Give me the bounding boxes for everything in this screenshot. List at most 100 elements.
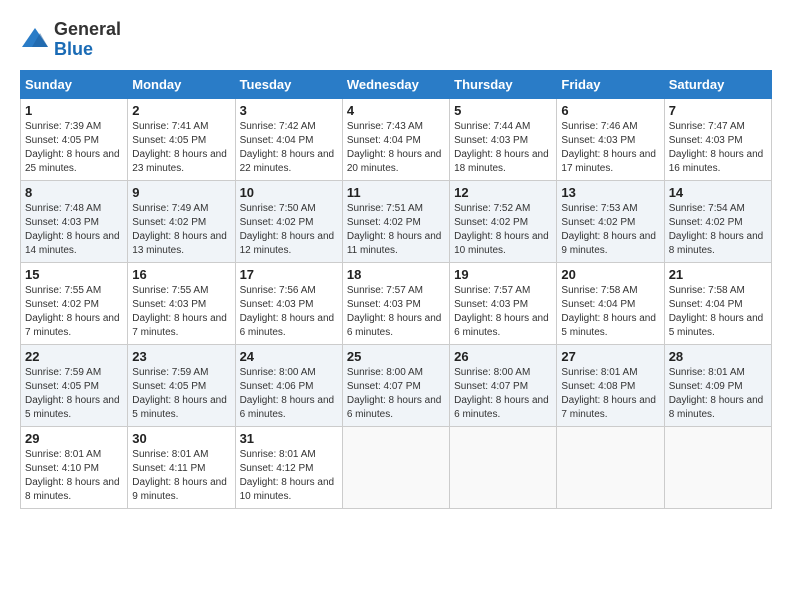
day-number: 31 xyxy=(240,431,338,446)
day-number: 1 xyxy=(25,103,123,118)
day-number: 21 xyxy=(669,267,767,282)
day-number: 16 xyxy=(132,267,230,282)
calendar-cell: 1 Sunrise: 7:39 AMSunset: 4:05 PMDayligh… xyxy=(21,98,128,180)
day-detail: Sunrise: 7:55 AMSunset: 4:03 PMDaylight:… xyxy=(132,284,230,340)
calendar-cell: 25 Sunrise: 8:00 AMSunset: 4:07 PMDaylig… xyxy=(342,344,449,426)
calendar-cell: 13 Sunrise: 7:53 AMSunset: 4:02 PMDaylig… xyxy=(557,180,664,262)
day-number: 26 xyxy=(454,349,552,364)
calendar-cell: 3 Sunrise: 7:42 AMSunset: 4:04 PMDayligh… xyxy=(235,98,342,180)
calendar-cell: 26 Sunrise: 8:00 AMSunset: 4:07 PMDaylig… xyxy=(450,344,557,426)
day-number: 27 xyxy=(561,349,659,364)
day-detail: Sunrise: 7:54 AMSunset: 4:02 PMDaylight:… xyxy=(669,202,767,258)
calendar-cell xyxy=(664,426,771,508)
day-detail: Sunrise: 8:01 AMSunset: 4:11 PMDaylight:… xyxy=(132,448,230,504)
day-number: 9 xyxy=(132,185,230,200)
logo: General Blue xyxy=(20,20,121,60)
calendar-cell: 4 Sunrise: 7:43 AMSunset: 4:04 PMDayligh… xyxy=(342,98,449,180)
weekday-header-saturday: Saturday xyxy=(664,70,771,98)
day-detail: Sunrise: 7:47 AMSunset: 4:03 PMDaylight:… xyxy=(669,120,767,176)
day-number: 13 xyxy=(561,185,659,200)
day-detail: Sunrise: 8:01 AMSunset: 4:09 PMDaylight:… xyxy=(669,366,767,422)
day-detail: Sunrise: 7:57 AMSunset: 4:03 PMDaylight:… xyxy=(347,284,445,340)
day-detail: Sunrise: 8:00 AMSunset: 4:07 PMDaylight:… xyxy=(454,366,552,422)
calendar-cell: 22 Sunrise: 7:59 AMSunset: 4:05 PMDaylig… xyxy=(21,344,128,426)
calendar-cell: 14 Sunrise: 7:54 AMSunset: 4:02 PMDaylig… xyxy=(664,180,771,262)
calendar-cell xyxy=(557,426,664,508)
day-detail: Sunrise: 7:58 AMSunset: 4:04 PMDaylight:… xyxy=(561,284,659,340)
day-number: 20 xyxy=(561,267,659,282)
calendar-cell: 21 Sunrise: 7:58 AMSunset: 4:04 PMDaylig… xyxy=(664,262,771,344)
day-number: 15 xyxy=(25,267,123,282)
calendar-cell: 7 Sunrise: 7:47 AMSunset: 4:03 PMDayligh… xyxy=(664,98,771,180)
calendar-cell: 16 Sunrise: 7:55 AMSunset: 4:03 PMDaylig… xyxy=(128,262,235,344)
day-detail: Sunrise: 8:01 AMSunset: 4:10 PMDaylight:… xyxy=(25,448,123,504)
day-detail: Sunrise: 7:50 AMSunset: 4:02 PMDaylight:… xyxy=(240,202,338,258)
day-number: 25 xyxy=(347,349,445,364)
calendar-cell: 23 Sunrise: 7:59 AMSunset: 4:05 PMDaylig… xyxy=(128,344,235,426)
page-header: General Blue xyxy=(20,20,772,60)
day-number: 12 xyxy=(454,185,552,200)
day-number: 7 xyxy=(669,103,767,118)
day-number: 28 xyxy=(669,349,767,364)
day-detail: Sunrise: 7:55 AMSunset: 4:02 PMDaylight:… xyxy=(25,284,123,340)
day-number: 22 xyxy=(25,349,123,364)
day-detail: Sunrise: 7:48 AMSunset: 4:03 PMDaylight:… xyxy=(25,202,123,258)
day-detail: Sunrise: 7:41 AMSunset: 4:05 PMDaylight:… xyxy=(132,120,230,176)
calendar-cell: 20 Sunrise: 7:58 AMSunset: 4:04 PMDaylig… xyxy=(557,262,664,344)
calendar-cell: 6 Sunrise: 7:46 AMSunset: 4:03 PMDayligh… xyxy=(557,98,664,180)
day-number: 4 xyxy=(347,103,445,118)
day-detail: Sunrise: 7:53 AMSunset: 4:02 PMDaylight:… xyxy=(561,202,659,258)
day-detail: Sunrise: 8:00 AMSunset: 4:07 PMDaylight:… xyxy=(347,366,445,422)
weekday-header-thursday: Thursday xyxy=(450,70,557,98)
calendar-cell: 15 Sunrise: 7:55 AMSunset: 4:02 PMDaylig… xyxy=(21,262,128,344)
day-number: 11 xyxy=(347,185,445,200)
day-detail: Sunrise: 7:39 AMSunset: 4:05 PMDaylight:… xyxy=(25,120,123,176)
day-detail: Sunrise: 7:52 AMSunset: 4:02 PMDaylight:… xyxy=(454,202,552,258)
calendar-cell: 19 Sunrise: 7:57 AMSunset: 4:03 PMDaylig… xyxy=(450,262,557,344)
day-number: 23 xyxy=(132,349,230,364)
day-detail: Sunrise: 8:01 AMSunset: 4:08 PMDaylight:… xyxy=(561,366,659,422)
day-number: 19 xyxy=(454,267,552,282)
day-detail: Sunrise: 7:58 AMSunset: 4:04 PMDaylight:… xyxy=(669,284,767,340)
day-detail: Sunrise: 7:56 AMSunset: 4:03 PMDaylight:… xyxy=(240,284,338,340)
calendar-cell: 24 Sunrise: 8:00 AMSunset: 4:06 PMDaylig… xyxy=(235,344,342,426)
day-number: 17 xyxy=(240,267,338,282)
calendar-cell: 2 Sunrise: 7:41 AMSunset: 4:05 PMDayligh… xyxy=(128,98,235,180)
calendar-cell: 5 Sunrise: 7:44 AMSunset: 4:03 PMDayligh… xyxy=(450,98,557,180)
calendar-cell: 18 Sunrise: 7:57 AMSunset: 4:03 PMDaylig… xyxy=(342,262,449,344)
calendar-cell: 10 Sunrise: 7:50 AMSunset: 4:02 PMDaylig… xyxy=(235,180,342,262)
day-number: 5 xyxy=(454,103,552,118)
calendar-cell: 17 Sunrise: 7:56 AMSunset: 4:03 PMDaylig… xyxy=(235,262,342,344)
weekday-header-friday: Friday xyxy=(557,70,664,98)
day-detail: Sunrise: 7:43 AMSunset: 4:04 PMDaylight:… xyxy=(347,120,445,176)
calendar-cell xyxy=(342,426,449,508)
day-number: 24 xyxy=(240,349,338,364)
day-number: 2 xyxy=(132,103,230,118)
day-number: 6 xyxy=(561,103,659,118)
day-number: 29 xyxy=(25,431,123,446)
calendar-cell: 9 Sunrise: 7:49 AMSunset: 4:02 PMDayligh… xyxy=(128,180,235,262)
day-number: 14 xyxy=(669,185,767,200)
calendar-cell: 11 Sunrise: 7:51 AMSunset: 4:02 PMDaylig… xyxy=(342,180,449,262)
day-detail: Sunrise: 7:42 AMSunset: 4:04 PMDaylight:… xyxy=(240,120,338,176)
day-detail: Sunrise: 8:01 AMSunset: 4:12 PMDaylight:… xyxy=(240,448,338,504)
weekday-header-wednesday: Wednesday xyxy=(342,70,449,98)
weekday-header-monday: Monday xyxy=(128,70,235,98)
day-detail: Sunrise: 7:44 AMSunset: 4:03 PMDaylight:… xyxy=(454,120,552,176)
calendar-cell: 12 Sunrise: 7:52 AMSunset: 4:02 PMDaylig… xyxy=(450,180,557,262)
day-number: 18 xyxy=(347,267,445,282)
calendar-table: SundayMondayTuesdayWednesdayThursdayFrid… xyxy=(20,70,772,509)
day-detail: Sunrise: 7:59 AMSunset: 4:05 PMDaylight:… xyxy=(25,366,123,422)
calendar-cell: 30 Sunrise: 8:01 AMSunset: 4:11 PMDaylig… xyxy=(128,426,235,508)
calendar-cell: 27 Sunrise: 8:01 AMSunset: 4:08 PMDaylig… xyxy=(557,344,664,426)
calendar-cell: 31 Sunrise: 8:01 AMSunset: 4:12 PMDaylig… xyxy=(235,426,342,508)
day-detail: Sunrise: 8:00 AMSunset: 4:06 PMDaylight:… xyxy=(240,366,338,422)
weekday-header-sunday: Sunday xyxy=(21,70,128,98)
calendar-cell: 28 Sunrise: 8:01 AMSunset: 4:09 PMDaylig… xyxy=(664,344,771,426)
day-detail: Sunrise: 7:49 AMSunset: 4:02 PMDaylight:… xyxy=(132,202,230,258)
day-number: 3 xyxy=(240,103,338,118)
day-detail: Sunrise: 7:51 AMSunset: 4:02 PMDaylight:… xyxy=(347,202,445,258)
day-number: 30 xyxy=(132,431,230,446)
logo-text: General Blue xyxy=(54,20,121,60)
day-detail: Sunrise: 7:57 AMSunset: 4:03 PMDaylight:… xyxy=(454,284,552,340)
